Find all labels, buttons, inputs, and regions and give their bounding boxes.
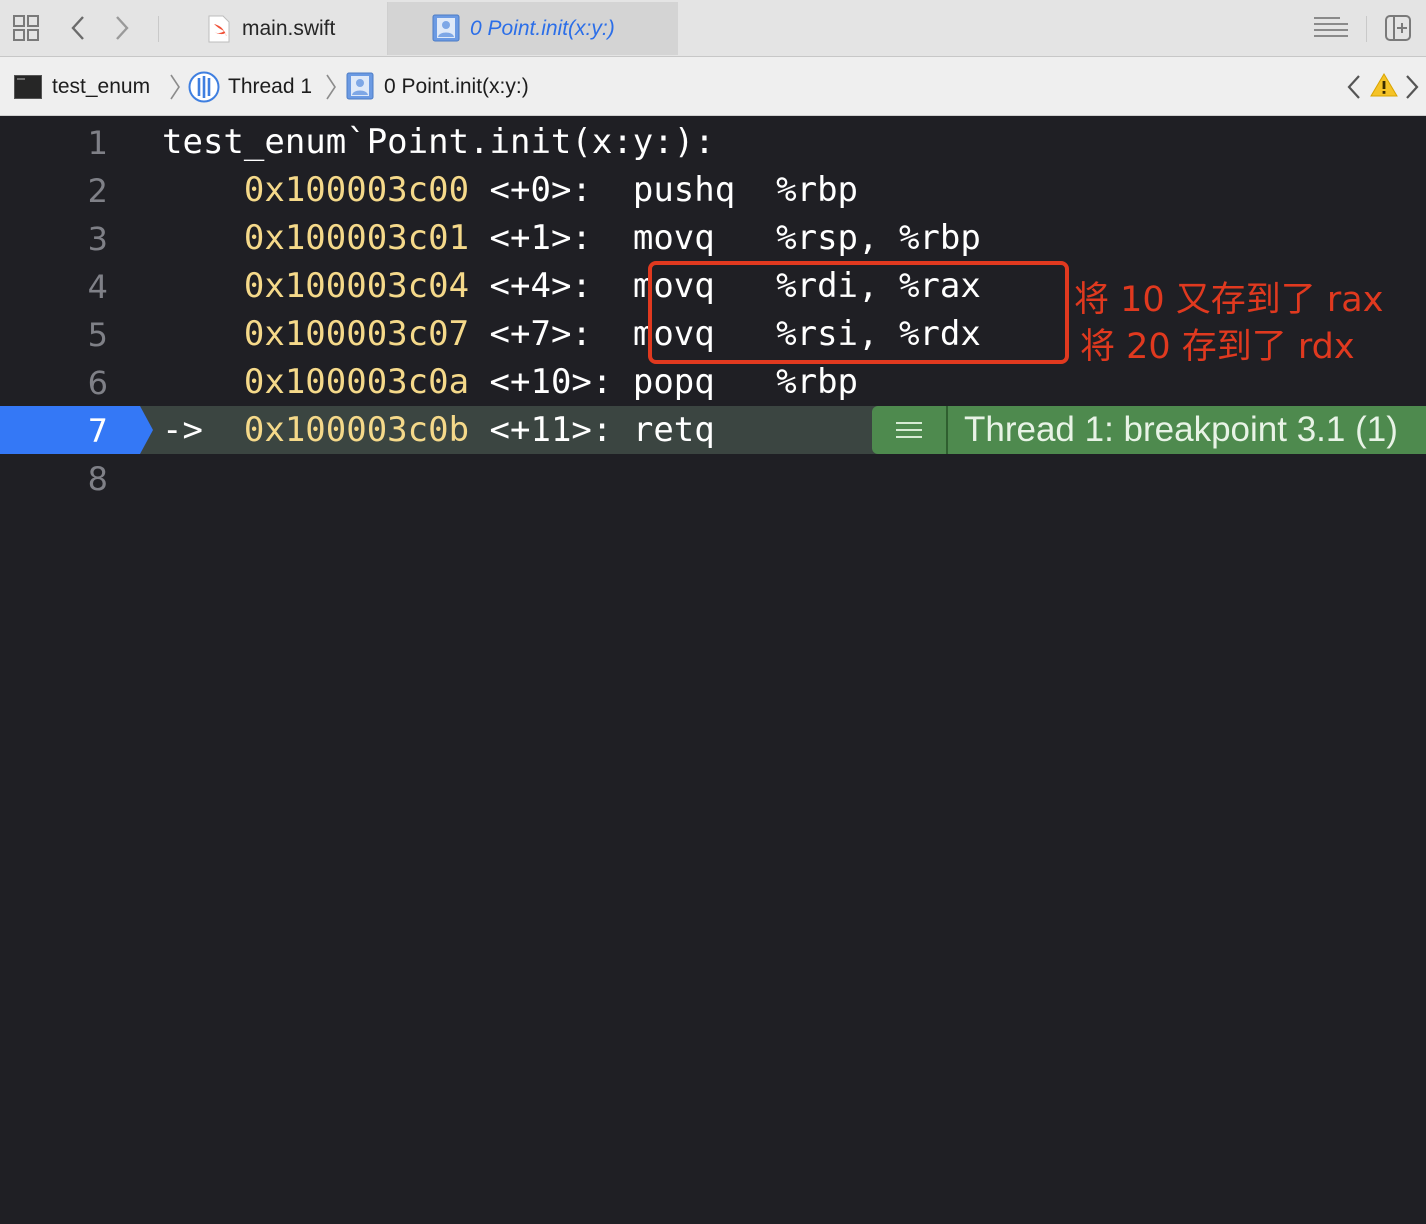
function-label: test_enum`Point.init(x:y:): <box>162 122 715 162</box>
code-line: 3 0x100003c01 <+1>: movq %rsp, %rbp <box>0 214 1426 262</box>
related-items-grid-icon[interactable] <box>12 14 40 42</box>
instruction-text: retq <box>612 410 715 450</box>
instruction-offset: <+11>: <box>489 410 613 450</box>
instruction-address: 0x100003c00 <box>243 170 470 210</box>
warning-icon[interactable] <box>1370 72 1398 98</box>
breadcrumb-thread[interactable]: Thread 1 <box>228 57 312 116</box>
stack-frame-icon <box>346 72 374 100</box>
instruction-address: 0x100003c01 <box>243 218 470 258</box>
line-number: 2 <box>87 172 108 210</box>
instruction-offset: <+1>: <box>489 218 613 258</box>
line-number: 8 <box>87 460 108 498</box>
instruction-address: 0x100003c07 <box>243 314 470 354</box>
instruction-offset: <+10>: <box>489 362 613 402</box>
breadcrumb-target-label: test_enum <box>52 74 151 98</box>
code-line: 1 test_enum`Point.init(x:y:): <box>0 118 1426 166</box>
line-number: 7 <box>87 412 108 450</box>
back-chevron-icon[interactable] <box>64 14 92 42</box>
toolbar-divider-right <box>1366 16 1367 42</box>
breakpoint-annotation[interactable]: Thread 1: breakpoint 3.1 (1) <box>872 406 1426 454</box>
tab-main-swift-label: main.swift <box>242 16 336 40</box>
breadcrumb-target[interactable]: test_enum <box>52 57 150 116</box>
line-number: 3 <box>87 220 108 258</box>
pc-arrow: -> <box>162 410 244 450</box>
breadcrumb-frame-label: 0 Point.init(x:y:) <box>384 74 529 98</box>
terminal-target-icon <box>14 75 42 99</box>
add-editor-icon[interactable] <box>1384 14 1412 42</box>
instruction-text: movq %rsp, %rbp <box>612 218 981 258</box>
tab-main-swift[interactable]: main.swift <box>190 2 388 55</box>
instruction-text: popq %rbp <box>612 362 859 402</box>
line-number: 6 <box>87 364 108 402</box>
breadcrumb-frame[interactable]: 0 Point.init(x:y:) <box>384 57 529 116</box>
annotation-note-rax: 将 10 又存到了 rax <box>1074 280 1384 320</box>
line-number: 1 <box>87 124 108 162</box>
breakpoint-menu-button[interactable] <box>872 406 948 454</box>
code-line: 8 <box>0 454 1426 502</box>
breadcrumb-chevron-icon <box>170 74 180 100</box>
instruction-offset: <+0>: <box>489 170 613 210</box>
jump-bar: test_enum Thread 1 0 Point.init(x:y:) <box>0 57 1426 116</box>
breadcrumb-thread-label: Thread 1 <box>228 74 313 98</box>
hamburger-icon <box>896 422 922 438</box>
swift-file-icon <box>208 15 230 42</box>
thread-icon <box>188 71 220 103</box>
instruction-text: pushq %rbp <box>612 170 859 210</box>
instruction-offset: <+7>: <box>489 314 613 354</box>
annotation-note-rdx: 将 20 存到了 rdx <box>1080 327 1355 367</box>
instruction-address: 0x100003c0b <box>243 410 470 450</box>
line-number: 4 <box>87 268 108 306</box>
disassembly-editor[interactable]: 1 test_enum`Point.init(x:y:): 2 0x100003… <box>0 116 1426 1224</box>
tab-bar: main.swift 0 Point.init(x:y:) <box>0 0 1426 57</box>
code-line: 2 0x100003c00 <+0>: pushq %rbp <box>0 166 1426 214</box>
editor-options-lines-icon[interactable] <box>1312 14 1350 42</box>
annotation-highlight-box <box>648 261 1069 364</box>
tab-point-init-label: 0 Point.init(x:y:) <box>470 16 615 40</box>
instruction-address: 0x100003c0a <box>243 362 470 402</box>
breakpoint-label: Thread 1: breakpoint 3.1 (1) <box>964 410 1398 449</box>
tab-point-init[interactable]: 0 Point.init(x:y:) <box>388 2 678 55</box>
forward-chevron-icon[interactable] <box>108 14 136 42</box>
next-issue-chevron-icon[interactable] <box>1404 74 1420 100</box>
previous-issue-chevron-icon[interactable] <box>1346 74 1362 100</box>
line-number: 5 <box>87 316 108 354</box>
stack-frame-icon <box>432 14 460 42</box>
toolbar-divider <box>158 16 159 42</box>
instruction-offset: <+4>: <box>489 266 613 306</box>
instruction-address: 0x100003c04 <box>243 266 470 306</box>
breadcrumb-chevron-icon <box>326 74 336 100</box>
